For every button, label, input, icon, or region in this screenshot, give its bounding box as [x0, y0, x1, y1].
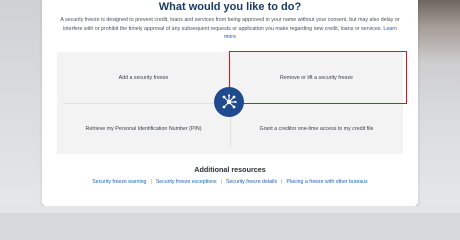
add-freeze-option[interactable]: Add a security freeze	[57, 52, 230, 103]
retrieve-pin-label: Retrieve my Personal Identification Numb…	[85, 125, 202, 132]
retrieve-pin-option[interactable]: Retrieve my Personal Identification Numb…	[57, 103, 230, 154]
page-background-left	[0, 0, 42, 213]
page-footer-strip	[0, 206, 460, 213]
link-separator: |	[150, 179, 152, 185]
security-freeze-exceptions-link[interactable]: Security freeze exceptions	[156, 179, 217, 185]
description-text: A security freeze is designed to prevent…	[60, 17, 400, 32]
freeze-options-card: What would you like to do? A security fr…	[42, 0, 418, 206]
resource-links: Security freeze warning | Security freeze …	[42, 179, 418, 185]
grant-access-option[interactable]: Grant a creditor one-time access to my c…	[230, 103, 403, 154]
link-separator: |	[281, 179, 283, 185]
network-hub-icon	[214, 87, 244, 117]
selection-highlight-box	[229, 51, 407, 104]
page-background-right	[418, 0, 460, 213]
other-bureaus-link[interactable]: Placing a freeze with other bureaus	[286, 179, 367, 185]
security-freeze-warning-link[interactable]: Security freeze warning	[92, 179, 146, 185]
link-separator: |	[220, 179, 223, 185]
add-freeze-label: Add a security freeze	[118, 74, 169, 81]
security-freeze-details-link[interactable]: Security freeze details	[226, 179, 277, 185]
grant-access-label: Grant a creditor one-time access to my c…	[259, 125, 374, 132]
freeze-description: A security freeze is designed to prevent…	[58, 16, 402, 42]
page-title: What would you like to do?	[158, 1, 302, 13]
additional-resources-heading: Additional resources	[194, 165, 266, 174]
